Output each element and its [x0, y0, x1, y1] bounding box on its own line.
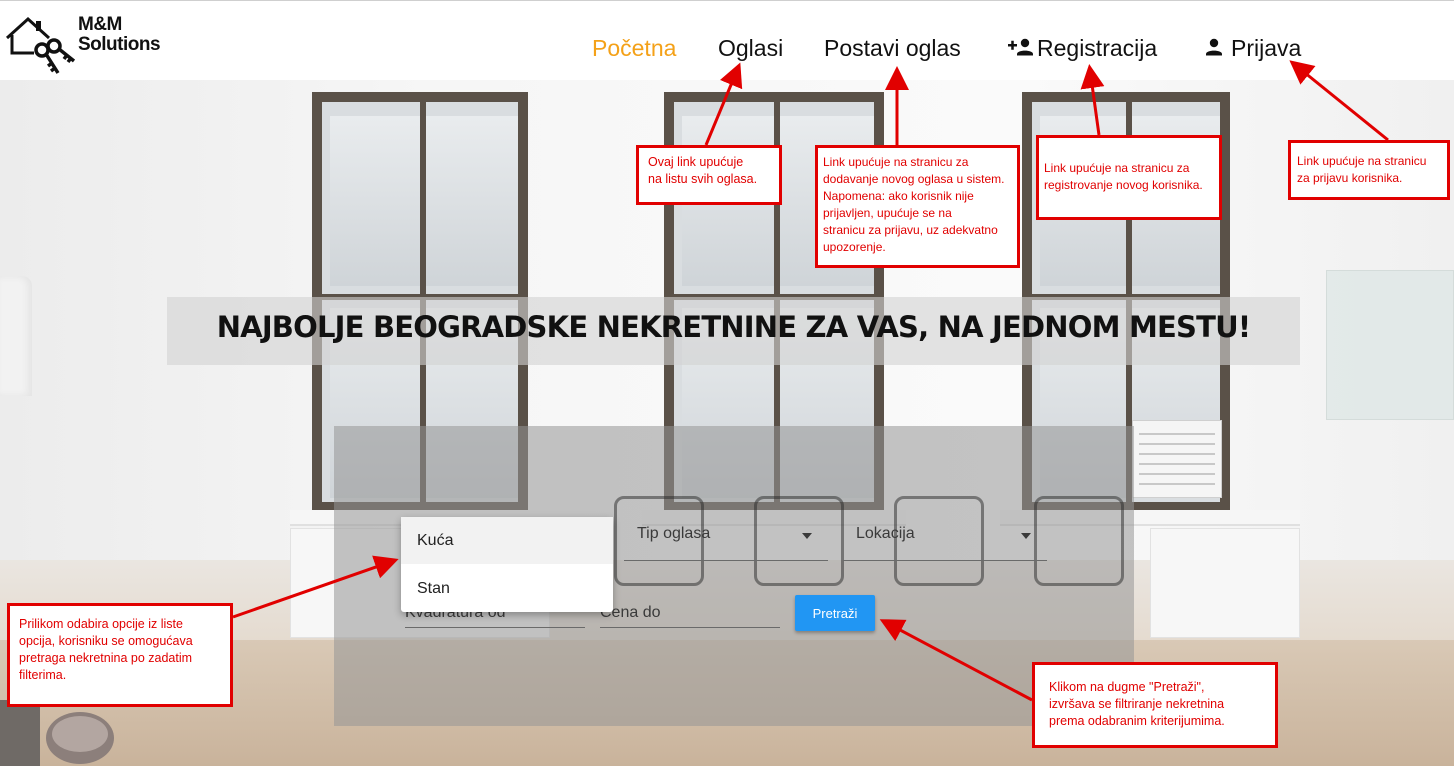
air-conditioner	[1132, 420, 1222, 498]
nav-postavi-oglas[interactable]: Postavi oglas	[824, 35, 961, 65]
decor-object	[0, 700, 120, 766]
nav-registracija[interactable]: Registracija	[1037, 35, 1157, 65]
ad-type-label: Tip oglasa	[637, 525, 711, 542]
chevron-down-icon	[802, 533, 812, 539]
annotation-oglasi: Ovaj link upućuje na listu svih oglasa.	[636, 145, 782, 205]
price-to-field[interactable]	[600, 598, 780, 628]
property-type-dropdown[interactable]: Kuća Stan	[401, 517, 613, 612]
chair-silhouette	[1034, 496, 1124, 586]
annotation-prijava-text: Link upućuje na stranicu za prijavu kori…	[1297, 154, 1427, 185]
house-keys-icon	[5, 16, 76, 74]
annotation-prijava: Link upućuje na stranicu za prijavu kori…	[1288, 140, 1450, 200]
top-navbar: M&M Solutions Početna Oglasi Postavi ogl…	[0, 0, 1454, 80]
logo-line-1: M&M	[78, 14, 122, 35]
location-label: Lokacija	[856, 525, 915, 542]
annotation-registracija: Link upućuje na stranicu za registrovanj…	[1036, 135, 1222, 220]
annotation-button-text: Klikom na dugme "Pretraži", izvršava se …	[1049, 680, 1225, 728]
dropdown-option-kuca[interactable]: Kuća	[401, 517, 613, 564]
person-icon	[1206, 38, 1222, 56]
floor-lamp	[0, 276, 32, 396]
site-logo[interactable]: M&M Solutions	[4, 13, 174, 79]
nav-prijava[interactable]: Prijava	[1231, 35, 1301, 65]
dropdown-option-stan[interactable]: Stan	[401, 565, 613, 612]
wall-mirror	[1326, 270, 1454, 420]
annotation-registracija-text: Link upućuje na stranicu za registrovanj…	[1044, 161, 1203, 192]
annotation-oglasi-text: Ovaj link upućuje na listu svih oglasa.	[648, 155, 758, 186]
hero-title: NAJBOLJE BEOGRADSKE NEKRETNINE ZA VAS, N…	[216, 310, 1251, 344]
chevron-down-icon	[1021, 533, 1031, 539]
annotation-dropdown: Prilikom odabira opcije iz liste opcija,…	[7, 603, 233, 707]
nav-oglasi[interactable]: Oglasi	[718, 35, 783, 65]
search-button[interactable]: Pretraži	[795, 595, 875, 631]
radiator-right	[1150, 528, 1300, 638]
annotation-postavi-text: Link upućuje na stranicu za dodavanje no…	[823, 155, 1005, 254]
logo-text: M&M Solutions	[78, 14, 161, 55]
annotation-postavi-oglas: Link upućuje na stranicu za dodavanje no…	[815, 145, 1020, 268]
annotation-dropdown-text: Prilikom odabira opcije iz liste opcija,…	[19, 617, 193, 682]
nav-pocetna[interactable]: Početna	[592, 35, 676, 65]
logo-line-2: Solutions	[78, 34, 161, 55]
add-person-icon	[1008, 38, 1033, 56]
location-select[interactable]: Lokacija	[843, 517, 1047, 561]
ad-type-select[interactable]: Tip oglasa	[624, 517, 828, 561]
price-to-input[interactable]	[600, 598, 780, 627]
annotation-search-button: Klikom na dugme "Pretraži", izvršava se …	[1032, 662, 1278, 748]
